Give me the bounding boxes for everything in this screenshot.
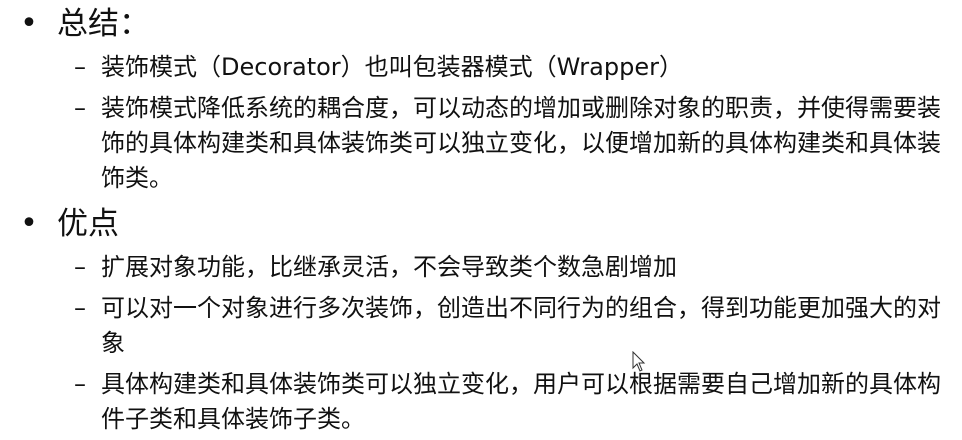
list-item-text: 装饰模式（Decorator）也叫包装器模式（Wrapper） (101, 53, 683, 81)
list-item: – 可以对一个对象进行多次装饰，创造出不同行为的组合，得到功能更加强大的对象 (0, 291, 962, 361)
section-advantages: • 优点 – 扩展对象功能，比继承灵活，不会导致类个数急剧增加 – 可以对一个对… (0, 204, 962, 437)
list-item: – 装饰模式降低系统的耦合度，可以动态的增加或删除对象的职责，并使得需要装饰的具… (0, 91, 962, 196)
bullet: • (20, 206, 38, 241)
summary-heading-row: • 总结： (0, 4, 962, 44)
advantages-heading-row: • 优点 (0, 204, 962, 244)
bullet: • (20, 6, 38, 41)
dash-bullet: – (74, 53, 86, 81)
list-item: – 具体构建类和具体装饰类可以独立变化，用户可以根据需要自己增加新的具体构件子类… (0, 367, 962, 437)
list-item-text: 扩展对象功能，比继承灵活，不会导致类个数急剧增加 (101, 253, 677, 281)
list-item: – 扩展对象功能，比继承灵活，不会导致类个数急剧增加 (0, 250, 962, 285)
dash-bullet: – (74, 94, 86, 122)
list-item-text: 具体构建类和具体装饰类可以独立变化，用户可以根据需要自己增加新的具体构件子类和具… (101, 370, 941, 433)
mouse-pointer-icon (632, 350, 646, 373)
advantages-heading: 优点 (57, 206, 119, 242)
slide: • 总结： – 装饰模式（Decorator）也叫包装器模式（Wrapper） … (0, 0, 962, 440)
dash-bullet: – (74, 253, 86, 281)
dash-bullet: – (74, 294, 86, 322)
dash-bullet: – (74, 370, 86, 398)
list-item-text: 可以对一个对象进行多次装饰，创造出不同行为的组合，得到功能更加强大的对象 (101, 294, 941, 357)
list-item-text: 装饰模式降低系统的耦合度，可以动态的增加或删除对象的职责，并使得需要装饰的具体构… (101, 94, 941, 192)
summary-heading: 总结： (57, 6, 150, 42)
section-summary: • 总结： – 装饰模式（Decorator）也叫包装器模式（Wrapper） … (0, 4, 962, 196)
list-item: – 装饰模式（Decorator）也叫包装器模式（Wrapper） (0, 50, 962, 85)
